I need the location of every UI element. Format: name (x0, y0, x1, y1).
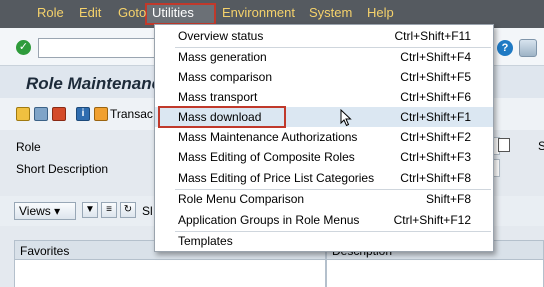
menu-item-mass-transport[interactable]: Mass transport Ctrl+Shift+F6 (155, 87, 493, 107)
enter-check-icon[interactable]: ✓ (16, 40, 31, 55)
transactions-button-label[interactable]: Transac (110, 107, 153, 121)
views-dropdown-button[interactable]: Views ▾ (14, 202, 76, 220)
mouse-pointer-icon (340, 109, 352, 127)
menu-item-label: Mass comparison (178, 70, 273, 84)
description-table-body[interactable] (326, 260, 544, 287)
details-icon[interactable]: ≡ (101, 202, 117, 218)
favorites-table-body[interactable] (14, 260, 326, 287)
menu-item-mass-comparison[interactable]: Mass comparison Ctrl+Shift+F5 (155, 67, 493, 87)
menu-item-shortcut: Ctrl+Shift+F4 (400, 50, 471, 64)
menu-item-label: Templates (178, 234, 233, 248)
menu-utilities[interactable]: Utilities (152, 5, 194, 20)
refresh-icon[interactable]: ↻ (120, 202, 136, 218)
menu-item-shortcut: Ctrl+Shift+F5 (400, 70, 471, 84)
transport-truck-icon[interactable] (52, 107, 66, 121)
menu-item-templates[interactable]: Templates (155, 231, 493, 251)
menu-item-label: Mass generation (178, 50, 267, 64)
menu-item-label: Mass Editing of Composite Roles (178, 150, 355, 164)
menu-item-overview-status[interactable]: Overview status Ctrl+Shift+F11 (155, 26, 493, 46)
menu-item-label: Role Menu Comparison (178, 192, 305, 206)
views-extra-label[interactable]: Sl (142, 204, 153, 218)
menu-item-label: Application Groups in Role Menus (178, 213, 360, 227)
menu-item-shortcut: Ctrl+Shift+F8 (400, 171, 471, 185)
menu-item-shortcut: Shift+F8 (425, 192, 471, 206)
menu-item-shortcut: Ctrl+Shift+F11 (394, 29, 471, 43)
menu-goto[interactable]: Goto (118, 5, 146, 20)
menu-item-label: Overview status (178, 29, 264, 43)
menu-item-shortcut: Ctrl+Shift+F2 (400, 130, 471, 144)
menu-environment[interactable]: Environment (222, 5, 295, 20)
info-icon[interactable]: i (76, 107, 90, 121)
menu-item-label: Mass transport (178, 90, 258, 104)
menu-item-mass-editing-composite-roles[interactable]: Mass Editing of Composite Roles Ctrl+Shi… (155, 147, 493, 167)
menu-system[interactable]: System (309, 5, 352, 20)
page-title: Role Maintenance (26, 74, 171, 93)
role-label: Role (16, 140, 41, 154)
command-field[interactable] (38, 38, 158, 58)
menu-item-application-groups-role-menus[interactable]: Application Groups in Role Menus Ctrl+Sh… (155, 210, 493, 230)
copy-icon[interactable] (16, 107, 30, 121)
menu-item-mass-maintenance-authorizations[interactable]: Mass Maintenance Authorizations Ctrl+Shi… (155, 127, 493, 147)
menu-item-mass-generation[interactable]: Mass generation Ctrl+Shift+F4 (155, 47, 493, 67)
document-icon[interactable] (498, 138, 510, 152)
chevron-down-icon: ▾ (54, 204, 61, 218)
views-label: Views (19, 204, 51, 218)
delete-trash-icon[interactable] (34, 107, 48, 121)
utilities-dropdown-menu: Overview status Ctrl+Shift+F11 Mass gene… (154, 24, 494, 252)
layout-menu-icon[interactable] (519, 39, 537, 57)
role-side-letter: S (538, 139, 544, 153)
help-icon[interactable]: ? (497, 40, 513, 56)
transaction-icon[interactable] (94, 107, 108, 121)
menu-item-mass-editing-price-list-categories[interactable]: Mass Editing of Price List Categories Ct… (155, 168, 493, 188)
filter-icon[interactable]: ▼ (82, 202, 98, 218)
menu-item-shortcut: Ctrl+Shift+F6 (400, 90, 471, 104)
short-description-label: Short Description (16, 162, 109, 176)
menu-item-label: Mass Maintenance Authorizations (178, 130, 358, 144)
menu-item-shortcut: Ctrl+Shift+F1 (400, 110, 471, 124)
menu-edit[interactable]: Edit (79, 5, 101, 20)
menu-item-shortcut: Ctrl+Shift+F3 (400, 150, 471, 164)
menu-role[interactable]: Role (37, 5, 64, 20)
menu-item-shortcut: Ctrl+Shift+F12 (393, 213, 471, 227)
mass-download-highlight (158, 106, 286, 128)
menu-help[interactable]: Help (367, 5, 394, 20)
menu-item-label: Mass Editing of Price List Categories (178, 171, 375, 185)
menu-item-role-menu-comparison[interactable]: Role Menu Comparison Shift+F8 (155, 189, 493, 209)
